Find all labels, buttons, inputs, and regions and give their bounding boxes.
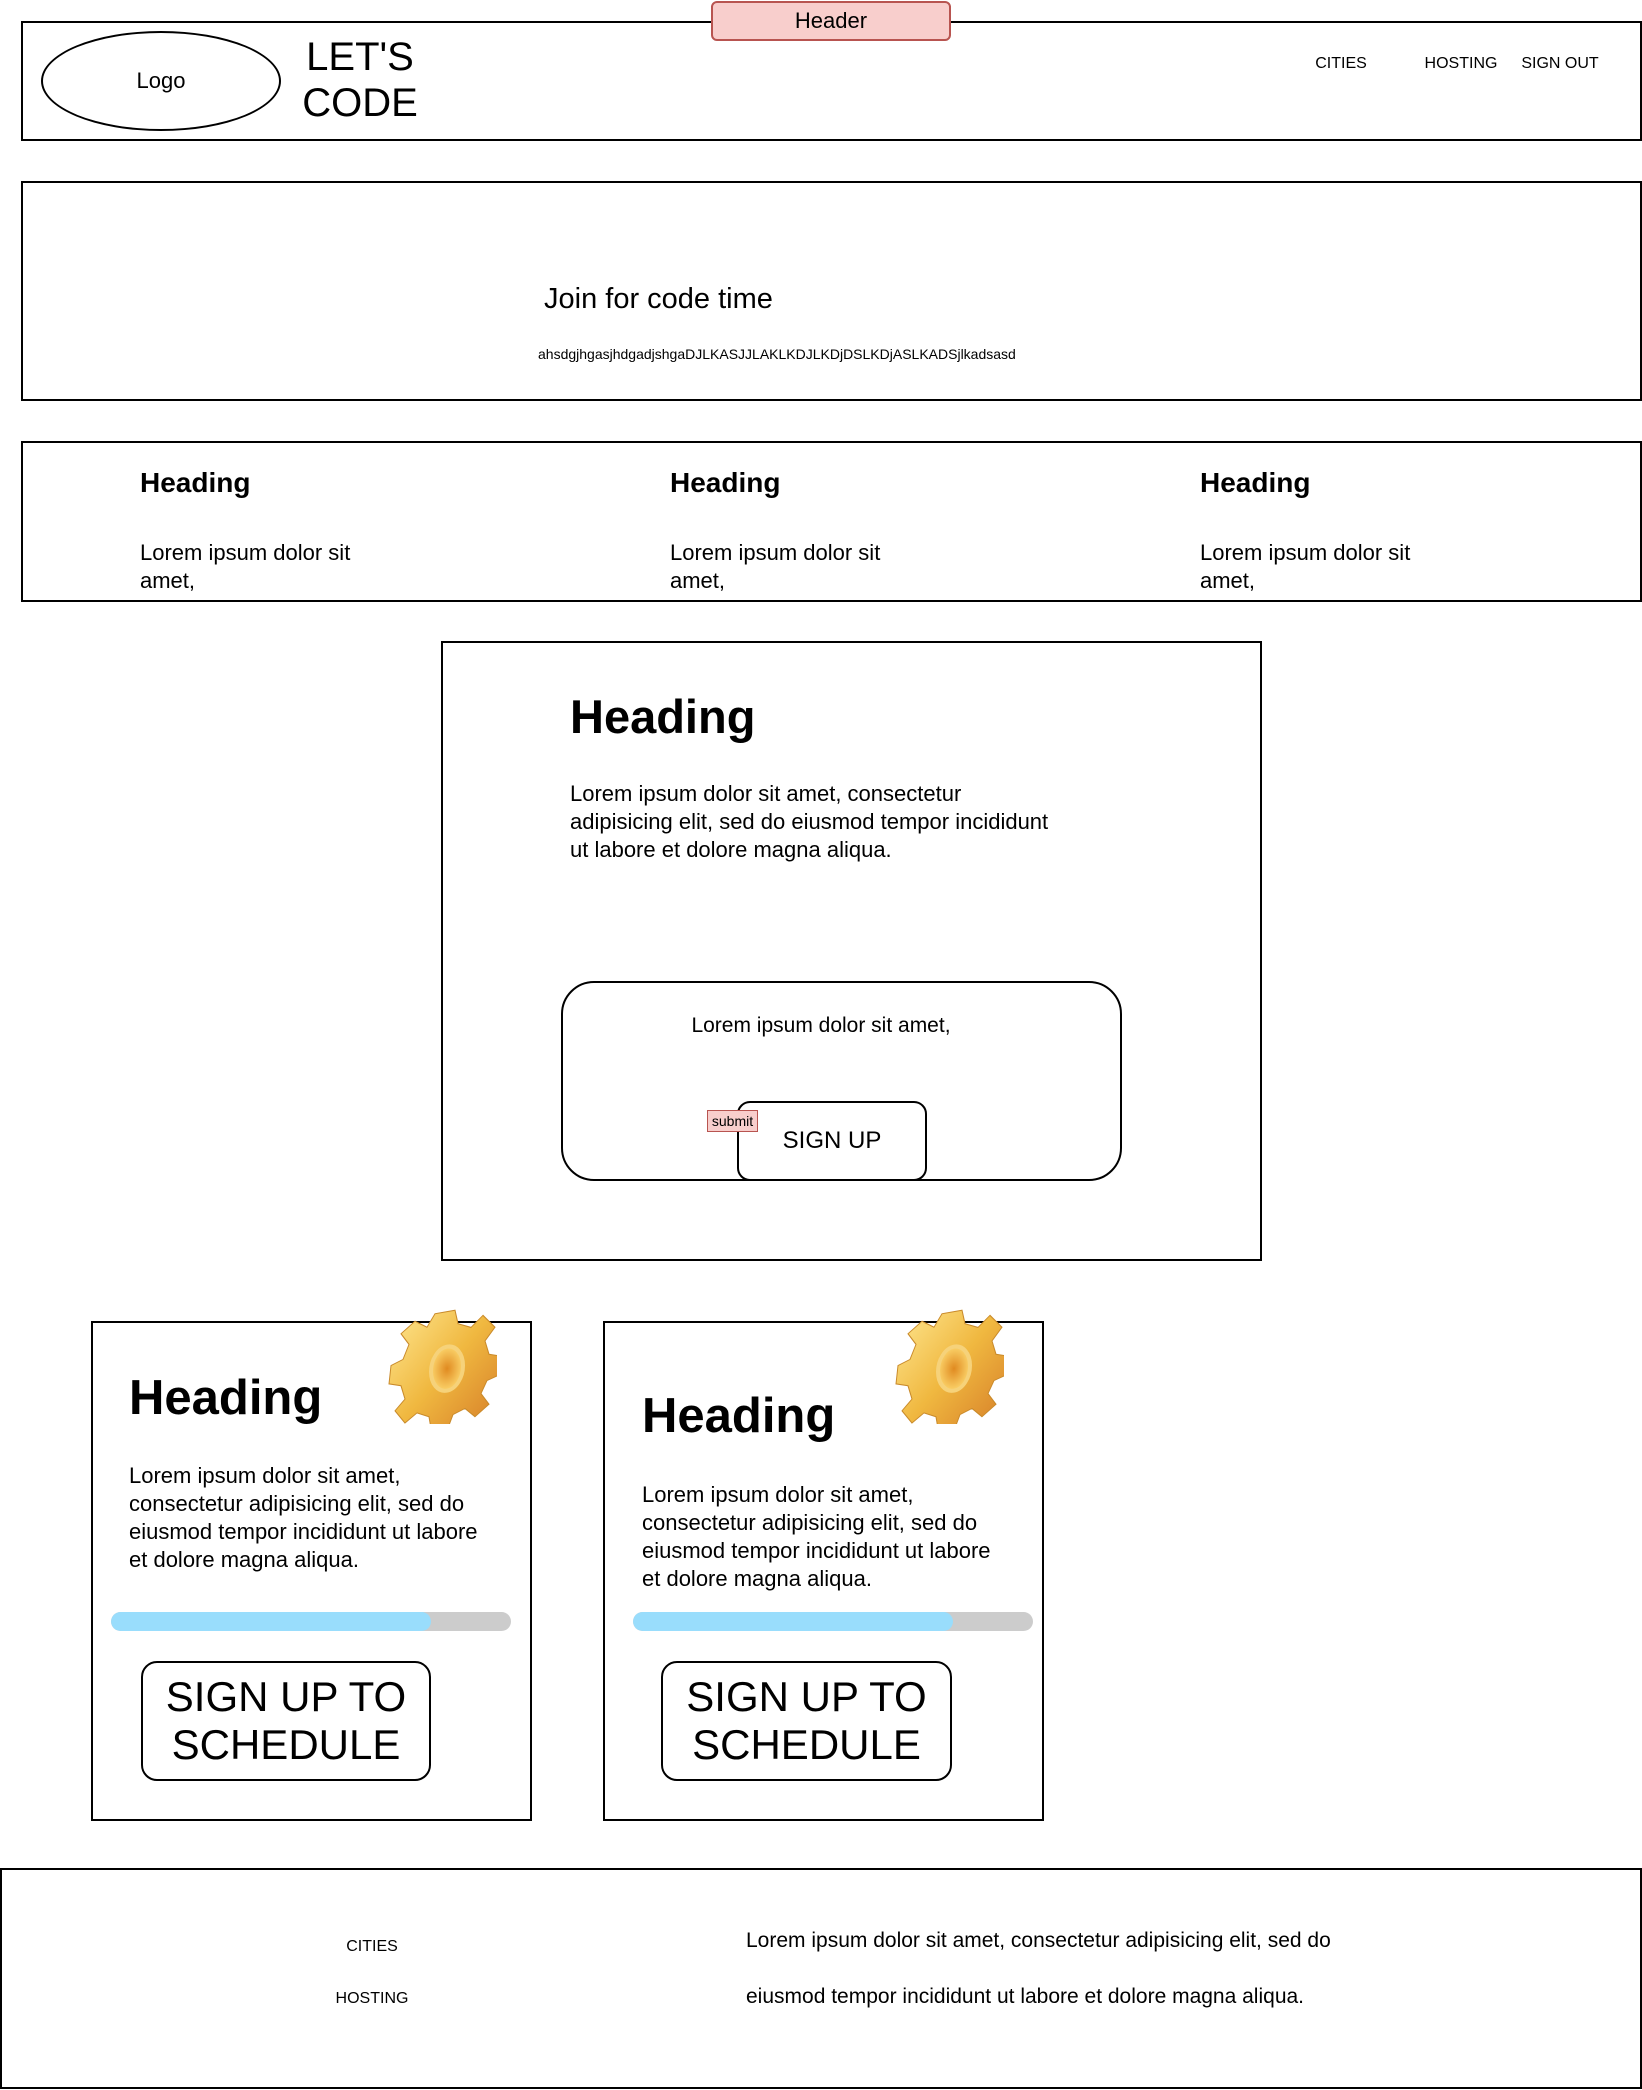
feature-text: Lorem ipsum dolor sit amet, <box>140 540 351 593</box>
sign-up-to-schedule-button[interactable]: SIGN UP TO SCHEDULE <box>141 1661 431 1781</box>
footer-text: Lorem ipsum dolor sit amet, consectetur … <box>746 1929 1331 2008</box>
sign-up-button-label: SIGN UP <box>782 1127 882 1154</box>
button-line-2: SCHEDULE <box>692 1721 921 1768</box>
hero-section <box>21 181 1642 401</box>
sign-up-to-schedule-button[interactable]: SIGN UP TO SCHEDULE <box>661 1661 952 1781</box>
feature-heading: Heading <box>670 467 781 498</box>
feature-heading: Heading <box>1200 467 1311 498</box>
nav-cities[interactable]: CITIES <box>1315 55 1367 73</box>
button-line-2: SCHEDULE <box>171 1721 401 1768</box>
logo-label: Logo <box>136 68 186 93</box>
card-progress-bar <box>633 1612 1033 1631</box>
signup-heading: Heading <box>570 690 756 743</box>
submit-tag: submit <box>707 1110 758 1132</box>
brand-title: LET'S CODE <box>280 34 440 126</box>
card-text: Lorem ipsum dolor sit amet, consectetur … <box>129 1463 478 1572</box>
signup-text: Lorem ipsum dolor sit amet, consectetur … <box>570 781 1049 862</box>
brand-line-1: LET'S <box>306 35 414 79</box>
footer-link-cities[interactable]: CITIES <box>346 1938 398 1956</box>
button-line-1: SIGN UP TO <box>686 1673 927 1720</box>
footer-link-hosting[interactable]: HOSTING <box>336 1990 409 2008</box>
card-text: Lorem ipsum dolor sit amet, consectetur … <box>642 1482 991 1591</box>
nav-hosting[interactable]: HOSTING <box>1425 55 1498 73</box>
gear-icon <box>894 1300 1004 1424</box>
hero-title: Join for code time <box>544 283 773 315</box>
nav-sign-out[interactable]: SIGN OUT <box>1521 55 1598 73</box>
button-line-1: SIGN UP TO <box>165 1673 407 1720</box>
header-tag-label: Header <box>794 8 868 33</box>
signup-form-text: Lorem ipsum dolor sit amet, <box>691 1014 951 1037</box>
feature-text: Lorem ipsum dolor sit amet, <box>670 540 881 593</box>
feature-text: Lorem ipsum dolor sit amet, <box>1200 540 1411 593</box>
hero-subtitle: ahsdgjhgasjhdgadjshgaDJLKASJJLAKLKDJLKDj… <box>538 346 1016 362</box>
logo[interactable]: Logo <box>41 31 281 131</box>
card-progress-bar <box>111 1612 511 1631</box>
card-progress-fill <box>111 1612 431 1631</box>
card-progress-fill <box>633 1612 953 1631</box>
brand-line-2: CODE <box>302 81 418 125</box>
card-heading: Heading <box>642 1389 836 1443</box>
card-heading: Heading <box>129 1371 323 1425</box>
header-tag: Header <box>711 1 951 41</box>
gear-icon <box>387 1300 497 1424</box>
feature-heading: Heading <box>140 467 251 498</box>
submit-tag-label: submit <box>711 1113 754 1129</box>
sign-up-button[interactable]: SIGN UP <box>737 1101 927 1181</box>
